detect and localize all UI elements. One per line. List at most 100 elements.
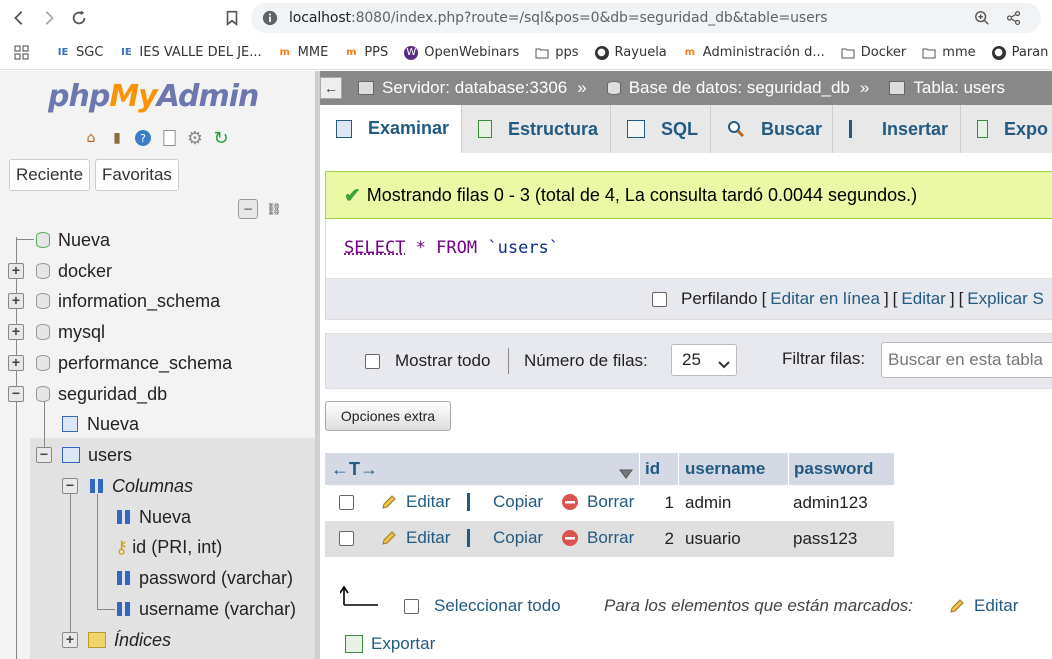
- recent-tab[interactable]: Reciente: [9, 159, 91, 191]
- marked-label: Para los elementos que están marcados:: [604, 596, 914, 615]
- sort-dropdown-icon[interactable]: [619, 464, 633, 484]
- database-icon: [606, 81, 621, 95]
- tree-db-information-schema[interactable]: + information_schema: [8, 286, 220, 316]
- tree-db-docker[interactable]: + docker: [8, 256, 112, 286]
- tree-column-password[interactable]: password (varchar): [117, 563, 293, 593]
- breadcrumb-server[interactable]: Servidor: database:3306: [382, 78, 567, 98]
- column-resize-icon[interactable]: ←T→: [331, 459, 378, 480]
- cell-password[interactable]: pass123: [793, 529, 857, 549]
- collapse-panel-icon[interactable]: ←: [320, 77, 342, 99]
- explain-link[interactable]: Explicar S: [967, 289, 1044, 309]
- refresh-icon[interactable]: ↻: [210, 127, 232, 149]
- delete-row-button[interactable]: Borrar: [561, 528, 634, 548]
- tree-db-mysql[interactable]: + mysql: [8, 317, 105, 347]
- copy-row-button[interactable]: Copiar: [467, 528, 543, 548]
- bulk-export-button[interactable]: Exportar: [345, 634, 435, 654]
- phpmyadmin-logo[interactable]: phpMyAdmin: [48, 79, 259, 114]
- tree-new-table[interactable]: Nueva: [62, 409, 139, 439]
- expand-icon[interactable]: +: [8, 355, 24, 371]
- bookmark-openwebinars[interactable]: W OpenWebinars: [404, 45, 519, 60]
- bookmark-ies[interactable]: IE IES VALLE DEL JE...: [119, 45, 262, 60]
- tree-table-users[interactable]: − users: [36, 440, 132, 470]
- breadcrumb-database[interactable]: Base de datos: seguridad_db: [629, 78, 850, 98]
- collapse-icon[interactable]: −: [62, 478, 78, 494]
- logout-icon[interactable]: ▮: [106, 127, 128, 149]
- bookmark-admin[interactable]: m Administración d...: [683, 45, 825, 60]
- url-text[interactable]: localhost:8080/index.php?route=/sql&pos=…: [289, 10, 828, 26]
- column-header-username[interactable]: username: [679, 453, 788, 485]
- select-all-checkbox[interactable]: [404, 599, 419, 614]
- tab-search[interactable]: Buscar: [711, 105, 834, 153]
- select-all-label[interactable]: Seleccionar todo: [434, 596, 561, 616]
- profiling-checkbox[interactable]: [652, 291, 667, 307]
- tree-indexes[interactable]: + Índices: [62, 625, 171, 655]
- tab-export[interactable]: Expo: [961, 105, 1052, 153]
- collapse-icon[interactable]: −: [8, 386, 24, 402]
- column-header-password[interactable]: password: [789, 453, 894, 485]
- cell-id[interactable]: 2: [640, 529, 674, 549]
- collapse-icon[interactable]: −: [36, 447, 52, 463]
- tree-new-column[interactable]: Nueva: [117, 502, 191, 532]
- breadcrumb-table[interactable]: Tabla: users: [913, 78, 1005, 98]
- expand-icon[interactable]: +: [8, 263, 24, 279]
- apps-icon[interactable]: [14, 45, 30, 61]
- settings-icon[interactable]: ⚙: [184, 127, 206, 149]
- sql-query[interactable]: SELECT * FROM `users`: [344, 238, 559, 258]
- tab-insert[interactable]: Insertar: [833, 105, 962, 153]
- link-icon[interactable]: ⛓: [264, 199, 284, 219]
- bookmark-docker[interactable]: Docker: [841, 45, 906, 60]
- edit-row-button[interactable]: Editar: [380, 492, 450, 512]
- filter-rows-input[interactable]: Buscar en esta tabla: [881, 342, 1052, 378]
- cell-password[interactable]: admin123: [793, 493, 868, 513]
- tree-db-performance-schema[interactable]: + performance_schema: [8, 348, 232, 378]
- bookmark-pps[interactable]: m PPS: [344, 45, 388, 60]
- bookmark-folder-mme[interactable]: mme: [922, 45, 976, 60]
- show-all-checkbox[interactable]: [365, 354, 380, 369]
- edit-row-button[interactable]: Editar: [380, 528, 450, 548]
- share-icon[interactable]: [1005, 9, 1023, 27]
- copy-row-button[interactable]: Copiar: [467, 492, 543, 512]
- bookmark-sgc[interactable]: IE SGC: [56, 45, 104, 60]
- bookmark-favicon: IE: [121, 47, 132, 58]
- tree-column-username[interactable]: username (varchar): [117, 594, 296, 624]
- bookmark-rayuela[interactable]: ● Rayuela: [594, 45, 667, 60]
- help-icon[interactable]: ?: [132, 127, 154, 149]
- reload-icon[interactable]: [66, 5, 92, 31]
- home-icon[interactable]: ⌂: [80, 127, 102, 149]
- tree-column-id[interactable]: ⚷ id (PRI, int): [115, 532, 222, 562]
- bookmark-folder-pps[interactable]: pps: [535, 45, 579, 60]
- docs-icon[interactable]: [158, 127, 180, 149]
- row-checkbox[interactable]: [339, 495, 354, 510]
- collapse-all-icon[interactable]: −: [238, 199, 258, 219]
- favorites-tab[interactable]: Favoritas: [95, 159, 179, 191]
- bookmark-mme[interactable]: m MME: [278, 45, 328, 60]
- forward-icon[interactable]: [36, 5, 62, 31]
- expand-icon[interactable]: +: [8, 324, 24, 340]
- bulk-edit-button[interactable]: Editar: [948, 596, 1018, 616]
- tab-sql[interactable]: SQL: [611, 105, 712, 153]
- zoom-icon[interactable]: [973, 9, 991, 27]
- tree-new-database[interactable]: Nueva: [36, 225, 110, 255]
- row-checkbox[interactable]: [339, 531, 354, 546]
- edit-query-link[interactable]: Editar: [901, 289, 945, 309]
- delete-icon: [561, 529, 579, 547]
- address-bar[interactable]: localhost:8080/index.php?route=/sql&pos=…: [251, 3, 1041, 33]
- expand-icon[interactable]: +: [62, 632, 78, 648]
- edit-inline-link[interactable]: Editar en línea: [770, 289, 880, 309]
- cell-username[interactable]: usuario: [685, 529, 741, 549]
- bookmark-param[interactable]: ● Paran: [991, 45, 1048, 60]
- tree-db-seguridad[interactable]: − seguridad_db: [8, 379, 167, 409]
- extra-options-button[interactable]: Opciones extra: [325, 401, 451, 431]
- tab-structure[interactable]: Estructura: [462, 105, 611, 153]
- delete-row-button[interactable]: Borrar: [561, 492, 634, 512]
- site-info-icon[interactable]: [261, 9, 279, 27]
- bookmark-icon[interactable]: [219, 5, 245, 31]
- column-header-id[interactable]: id: [640, 453, 678, 485]
- expand-icon[interactable]: +: [8, 293, 24, 309]
- rows-per-page-select[interactable]: 25: [671, 344, 737, 376]
- back-icon[interactable]: [6, 5, 32, 31]
- tree-columns[interactable]: − Columnas: [62, 471, 193, 501]
- cell-username[interactable]: admin: [685, 493, 731, 513]
- cell-id[interactable]: 1: [640, 493, 674, 513]
- tab-browse[interactable]: Examinar: [320, 105, 462, 153]
